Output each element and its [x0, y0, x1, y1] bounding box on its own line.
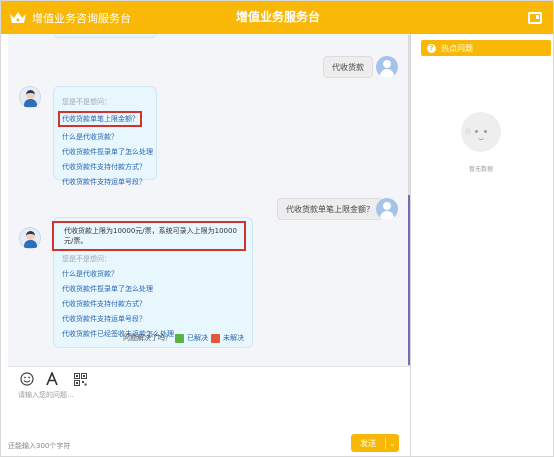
question-icon: ?: [427, 43, 436, 53]
solved-button[interactable]: 已解决: [187, 333, 208, 343]
page-title: 增值业务服务台: [235, 10, 320, 24]
highlight-box: 代收货款单笔上限金额？: [58, 111, 142, 127]
unsolved-button[interactable]: 未解决: [223, 333, 244, 343]
previous-message-bubble: [53, 34, 157, 38]
font-icon[interactable]: [44, 371, 60, 387]
chevron-down-icon[interactable]: ⌄: [386, 439, 399, 448]
send-button[interactable]: 发送 ⌄: [351, 434, 399, 452]
user-avatar: [376, 56, 398, 78]
answer-text: 代收货款上限为10000元/票，系统可录入上限为10000元/票。: [64, 227, 237, 245]
hot-questions-title: 热点问题: [441, 43, 473, 53]
suggestion-link[interactable]: 代收货款件支持运单号段？: [62, 177, 156, 187]
char-count-text: 还能输入300个字符: [8, 442, 71, 450]
qrcode-icon[interactable]: [72, 371, 88, 387]
suggestion-link[interactable]: 代收货款件支持付款方式？: [62, 162, 156, 172]
suggestion-link[interactable]: 什么是代收货款？: [62, 269, 252, 279]
feedback-row: 问题解决了吗？ 已解决 未解决: [123, 333, 244, 343]
message-text: 代收货款单笔上限金额？: [286, 205, 374, 214]
empty-state-text: 暂无数据: [468, 166, 493, 173]
suggestion-link[interactable]: 代收货款件揽录单了怎么处理: [62, 284, 252, 294]
composer: 请输入您的问题... 还能输入300个字符 发送 ⌄: [8, 366, 410, 456]
user-avatar: [376, 198, 398, 220]
thumbs-down-icon[interactable]: [211, 333, 220, 343]
user-message-bubble: 代收货款单笔上限金额？: [277, 198, 383, 220]
feedback-question: 问题解决了吗？: [123, 334, 172, 342]
message-text: 代收货款: [332, 63, 364, 72]
suggestion-link[interactable]: 代收货款件支持付款方式？: [62, 299, 252, 309]
suggestion-link[interactable]: 代收货款件揽录单了怎么处理: [62, 147, 156, 157]
thumbs-up-icon[interactable]: [175, 333, 184, 343]
window-toggle-icon[interactable]: [528, 12, 542, 24]
top-bar: 增值业务咨询服务台 增值业务服务台: [1, 1, 553, 34]
empty-state-face-icon: [461, 112, 501, 152]
message-input[interactable]: 请输入您的问题...: [18, 390, 74, 400]
suggestion-heading: 您是不是想问：: [62, 255, 111, 263]
suggestion-link[interactable]: 代收货款件支持运单号段？: [62, 314, 252, 324]
panel-divider: [410, 34, 411, 456]
agent-avatar: [19, 227, 41, 249]
suggestion-heading: 您是不是想问：: [62, 98, 111, 106]
user-message-bubble: 代收货款: [323, 56, 373, 78]
agent-answer-bubble: 代收货款上限为10000元/票，系统可录入上限为10000元/票。 您是不是想问…: [52, 217, 253, 348]
send-label: 发送: [360, 438, 376, 448]
agent-avatar: [19, 86, 41, 108]
suggestion-link[interactable]: 什么是代收货款？: [62, 132, 156, 142]
chat-area: 代收货款 您是不是想问： 代收货款单笔上限金额？ 什么是代收货款？ 代收货款件揽…: [8, 34, 410, 366]
suggestion-link[interactable]: 代收货款单笔上限金额？: [62, 114, 139, 124]
app-window: 增值业务咨询服务台 增值业务服务台 代收货款 您是不是想问： 代收货款单笔上限金…: [0, 0, 554, 457]
hot-questions-header[interactable]: ? 热点问题: [421, 40, 551, 56]
agent-suggestion-bubble: 您是不是想问： 代收货款单笔上限金额？ 什么是代收货款？ 代收货款件揽录单了怎么…: [53, 86, 157, 186]
emoji-icon[interactable]: [19, 371, 35, 387]
answer-highlight-box: 代收货款上限为10000元/票，系统可录入上限为10000元/票。: [52, 221, 246, 251]
